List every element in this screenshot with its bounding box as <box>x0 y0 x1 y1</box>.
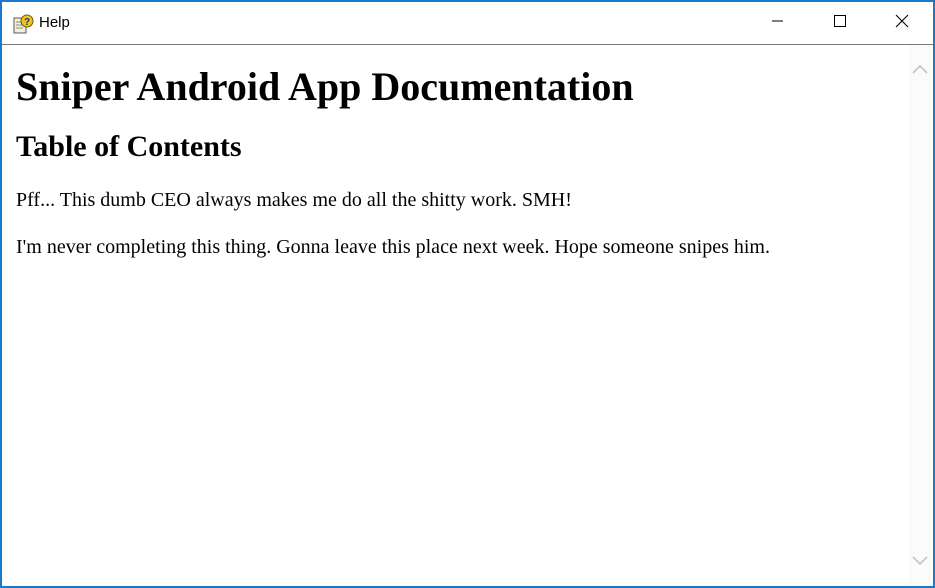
svg-text:?: ? <box>24 17 30 28</box>
page-title: Sniper Android App Documentation <box>16 64 634 109</box>
paragraph: I'm never completing this thing. Gonna l… <box>16 236 770 258</box>
title-bar[interactable]: ? Help <box>2 2 933 45</box>
minimize-icon <box>772 14 784 32</box>
help-window: ? Help Sniper Android App Documentation … <box>0 0 935 588</box>
minimize-button[interactable] <box>747 2 809 44</box>
chevron-up-icon <box>912 61 928 79</box>
scroll-down-button[interactable] <box>909 551 931 573</box>
document-body: Sniper Android App Documentation Table o… <box>8 64 909 259</box>
paragraph: Pff... This dumb CEO always makes me do … <box>16 189 572 211</box>
maximize-icon <box>834 14 846 32</box>
window-title: Help <box>39 14 70 31</box>
help-book-icon: ? <box>12 13 34 35</box>
scroll-up-button[interactable] <box>909 59 931 81</box>
chevron-down-icon <box>912 553 928 571</box>
close-button[interactable] <box>871 2 933 44</box>
maximize-button[interactable] <box>809 2 871 44</box>
section-heading: Table of Contents <box>16 130 242 163</box>
help-content-pane[interactable]: Sniper Android App Documentation Table o… <box>8 45 909 586</box>
close-icon <box>895 14 909 33</box>
vertical-scrollbar[interactable] <box>909 45 931 586</box>
